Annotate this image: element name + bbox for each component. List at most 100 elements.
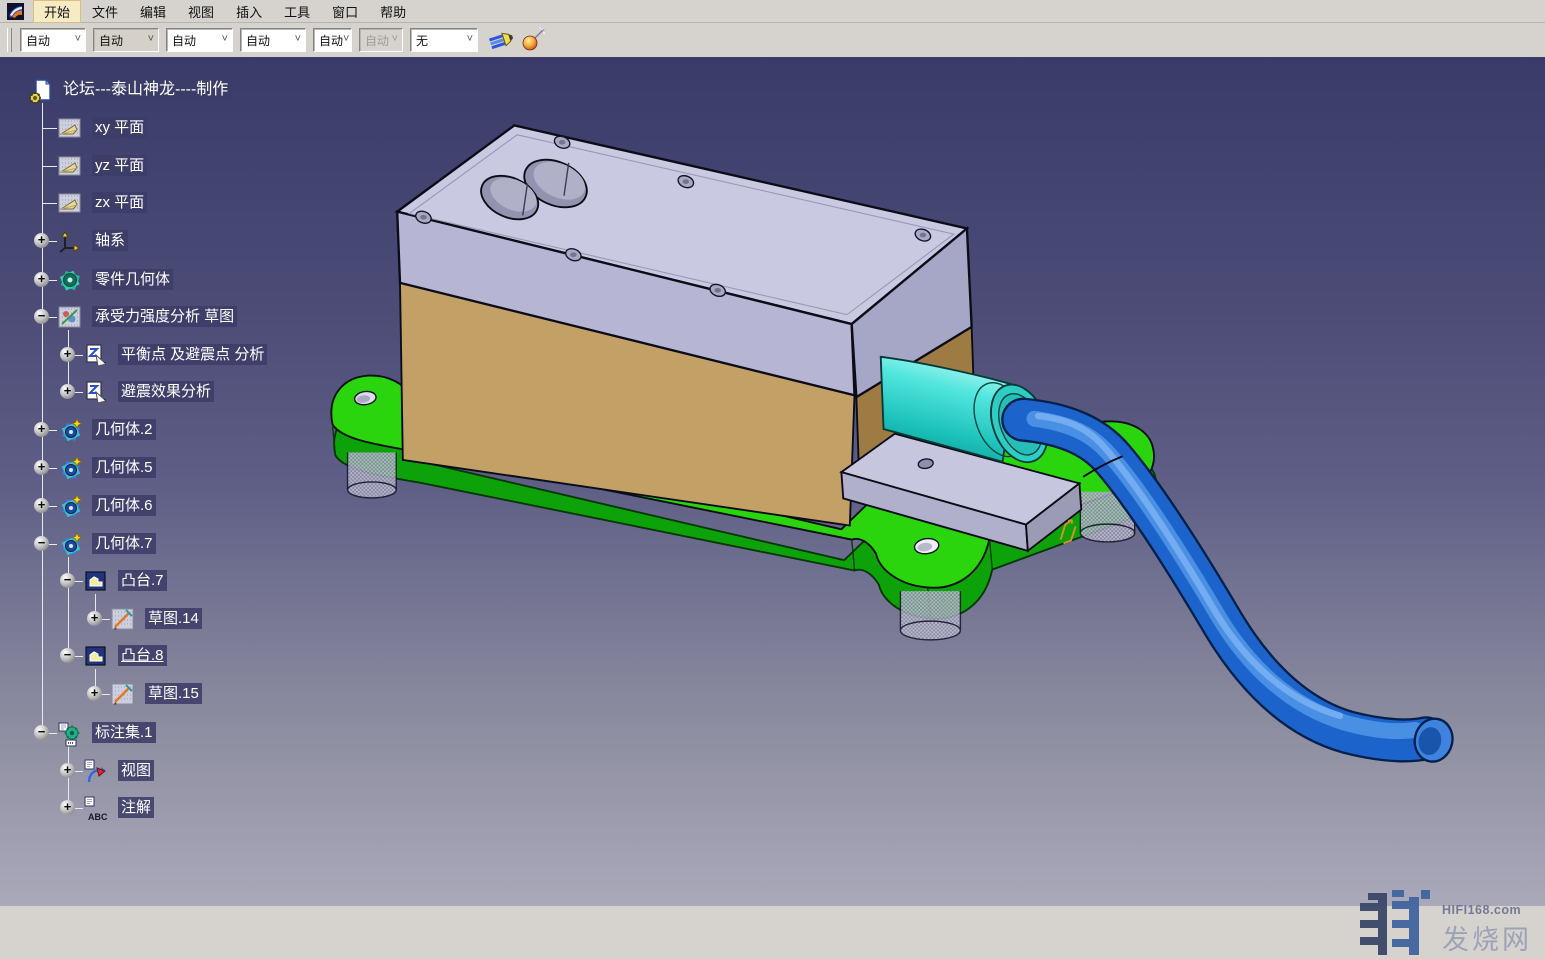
chevron-down-icon[interactable]: ˅ xyxy=(467,33,477,47)
tree-item-label[interactable]: 凸台.7 xyxy=(118,570,167,591)
tree-item-label[interactable]: xy 平面 xyxy=(92,117,147,138)
sketch-icon[interactable] xyxy=(111,607,135,631)
chevron-down-icon[interactable]: ˅ xyxy=(222,33,232,47)
graphic-properties-combos: 自动 ˅ 自动 ˅ 自动 ˅ 自动 ˅ 自动 ˅ 自动 ˅ 无 ˅ xyxy=(20,28,485,52)
tree-item-label[interactable]: 轴系 xyxy=(92,230,128,251)
tree-connector xyxy=(42,128,57,129)
tree-expander-plus[interactable]: + xyxy=(87,686,102,701)
annotset-icon[interactable] xyxy=(58,721,82,745)
tree-item-label[interactable]: 承受力强度分析 草图 xyxy=(92,306,237,327)
graphic-property-combo[interactable]: 自动 ˅ xyxy=(166,28,233,52)
tree-connector xyxy=(42,166,57,167)
tree-expander-plus[interactable]: + xyxy=(34,233,49,248)
paint-brush-icon[interactable] xyxy=(488,27,514,53)
watermark: HIFI168.com 发烧网 xyxy=(1360,889,1532,959)
combo-value: 自动 xyxy=(94,32,123,49)
tree-item-label[interactable]: zx 平面 xyxy=(92,192,147,213)
menu-bar: 开始文件编辑视图插入工具窗口帮助 xyxy=(0,0,1545,23)
analysis-icon[interactable] xyxy=(84,343,108,367)
menu-item[interactable]: 视图 xyxy=(177,0,225,23)
tree-expander-plus[interactable]: + xyxy=(60,384,75,399)
tree-item-label[interactable]: 几何体.7 xyxy=(92,533,156,554)
tree-expander-plus[interactable]: + xyxy=(87,611,102,626)
axis-icon[interactable] xyxy=(58,229,82,253)
tree-expander-minus[interactable]: − xyxy=(60,648,75,663)
tree-expander-plus[interactable]: + xyxy=(34,272,49,287)
tree-expander-plus[interactable]: + xyxy=(60,347,75,362)
chevron-down-icon[interactable]: ˅ xyxy=(295,33,305,47)
tree-expander-plus[interactable]: + xyxy=(34,422,49,437)
tree-expander-minus[interactable]: − xyxy=(60,573,75,588)
pad-icon[interactable] xyxy=(84,569,108,593)
menu-item[interactable]: 帮助 xyxy=(369,0,417,23)
tree-item-label[interactable]: 注解 xyxy=(118,797,154,818)
combo-value: 自动 xyxy=(314,32,343,49)
chevron-down-icon[interactable]: ˅ xyxy=(392,33,402,47)
menu-item[interactable]: 工具 xyxy=(273,0,321,23)
menu-item[interactable]: 文件 xyxy=(81,0,129,23)
catia-logo-icon xyxy=(7,3,24,20)
tree-item-label[interactable]: 几何体.6 xyxy=(92,495,156,516)
tree-item-label[interactable]: 论坛---泰山神龙----制作 xyxy=(60,79,231,100)
sketchmix-icon[interactable] xyxy=(58,305,82,329)
body-icon[interactable] xyxy=(58,532,82,556)
body-icon[interactable] xyxy=(58,456,82,480)
combo-value: 自动 xyxy=(21,32,50,49)
graphic-property-combo[interactable]: 自动 ˅ xyxy=(240,28,306,52)
tree-item-label[interactable]: 标注集.1 xyxy=(92,722,156,743)
tree-expander-plus[interactable]: + xyxy=(60,763,75,778)
part-icon[interactable] xyxy=(28,78,52,102)
tree-item-label[interactable]: 凸台.8 xyxy=(118,645,167,666)
viewport-3d[interactable]: 论坛---泰山神龙----制作 xy 平面 yz 平面 zx 平面 + 轴系 +… xyxy=(0,57,1545,906)
menu-item[interactable]: 开始 xyxy=(33,0,81,23)
body-icon[interactable] xyxy=(58,418,82,442)
tree-expander-plus[interactable]: + xyxy=(34,460,49,475)
tree-expander-plus[interactable]: + xyxy=(60,800,75,815)
graphic-property-combo[interactable]: 无 ˅ xyxy=(410,28,478,52)
menu-item[interactable]: 编辑 xyxy=(129,0,177,23)
tree-item-label[interactable]: 平衡点 及避震点 分析 xyxy=(118,344,267,365)
tree-item-label[interactable]: 零件几何体 xyxy=(92,269,173,290)
menu-item[interactable]: 插入 xyxy=(225,0,273,23)
combo-value: 无 xyxy=(411,32,428,49)
body-icon[interactable] xyxy=(58,494,82,518)
partbody-icon[interactable] xyxy=(58,268,82,292)
tree-connector xyxy=(42,203,57,204)
tree-item-label[interactable]: 草图.14 xyxy=(145,608,202,629)
plane-icon[interactable] xyxy=(58,191,82,215)
tree-expander-minus[interactable]: − xyxy=(34,309,49,324)
pad-icon[interactable] xyxy=(84,644,108,668)
plane-icon[interactable] xyxy=(58,116,82,140)
material-wand-icon[interactable] xyxy=(520,27,546,53)
app-icon[interactable] xyxy=(7,3,24,20)
tree-expander-minus[interactable]: − xyxy=(34,725,49,740)
graphic-property-combo[interactable]: 自动 ˅ xyxy=(93,28,159,52)
watermark-text: HIFI168.com 发烧网 xyxy=(1442,889,1532,957)
graphic-property-combo[interactable]: 自动 ˅ xyxy=(20,28,86,52)
graphic-property-combo[interactable]: 自动 ˅ xyxy=(313,28,352,52)
sketch-icon[interactable] xyxy=(111,682,135,706)
abc-icon[interactable]: ABC xyxy=(84,796,108,820)
chevron-down-icon[interactable]: ˅ xyxy=(343,33,352,47)
menu-item[interactable]: 窗口 xyxy=(321,0,369,23)
view-icon[interactable] xyxy=(84,759,108,783)
tree-item-label[interactable]: 避震效果分析 xyxy=(118,381,214,402)
toolbar-grip[interactable] xyxy=(7,28,12,52)
watermark-logo-icon xyxy=(1360,889,1436,959)
tree-expander-plus[interactable]: + xyxy=(34,498,49,513)
analysis-icon[interactable] xyxy=(84,380,108,404)
plane-icon[interactable] xyxy=(58,154,82,178)
tree-item-label[interactable]: yz 平面 xyxy=(92,155,147,176)
tree-expander-minus[interactable]: − xyxy=(34,536,49,551)
chevron-down-icon[interactable]: ˅ xyxy=(75,33,85,47)
tree-item-label[interactable]: 几何体.5 xyxy=(92,457,156,478)
tree-item-label[interactable]: 草图.15 xyxy=(145,683,202,704)
tree-item-label[interactable]: 几何体.2 xyxy=(92,419,156,440)
chevron-down-icon[interactable]: ˅ xyxy=(148,33,158,47)
graphic-property-combo[interactable]: 自动 ˅ xyxy=(359,28,403,52)
combo-value: 自动 xyxy=(360,32,389,49)
menu-items: 开始文件编辑视图插入工具窗口帮助 xyxy=(33,0,417,23)
watermark-name: 发烧网 xyxy=(1442,918,1532,957)
toolbar: 自动 ˅ 自动 ˅ 自动 ˅ 自动 ˅ 自动 ˅ 自动 ˅ 无 ˅ xyxy=(0,23,1545,59)
tree-item-label[interactable]: 视图 xyxy=(118,760,154,781)
